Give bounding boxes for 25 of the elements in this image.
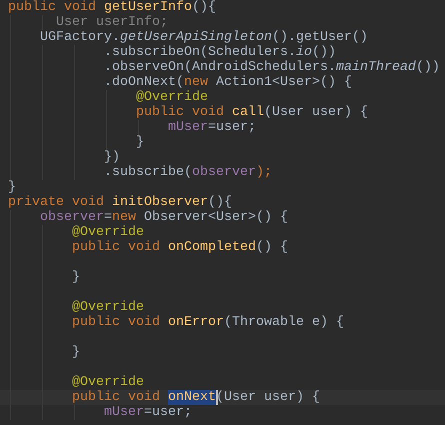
- code-line: User userInfo;: [56, 15, 168, 30]
- code-line: observer=new Observer<User>() {: [40, 210, 288, 225]
- code-line: .observeOn(AndroidSchedulers.mainThread()): [104, 60, 440, 75]
- code-line: @Override: [136, 90, 208, 105]
- code-line: public void onError(Throwable e) {: [72, 315, 344, 330]
- code-line: UGFactory.getUserApiSingleton().getUser(): [40, 30, 368, 45]
- text-cursor: [216, 390, 218, 405]
- code-line: .subscribeOn(Schedulers.io()): [104, 45, 336, 60]
- code-line: }: [8, 180, 16, 195]
- code-line: public void onCompleted() {: [72, 240, 288, 255]
- code-line: }: [72, 270, 80, 285]
- code-line: .doOnNext(new Action1<User>() {: [104, 75, 352, 90]
- code-line: }: [72, 345, 80, 360]
- code-line: public void onNext(User user) {: [72, 390, 320, 405]
- code-line: public void call(User user) {: [136, 105, 368, 120]
- code-line: mUser=user;: [104, 405, 192, 420]
- code-line: }): [104, 150, 120, 165]
- code-line: public void getUserInfo(){: [8, 0, 216, 15]
- code-line: @Override: [72, 375, 144, 390]
- code-line: @Override: [72, 300, 144, 315]
- code-line: @Override: [72, 225, 144, 240]
- code-line: .subscribe(observer);: [104, 165, 272, 180]
- code-line: mUser=user;: [168, 120, 256, 135]
- code-line: private void initObserver(){: [8, 195, 232, 210]
- code-line: }: [136, 135, 144, 150]
